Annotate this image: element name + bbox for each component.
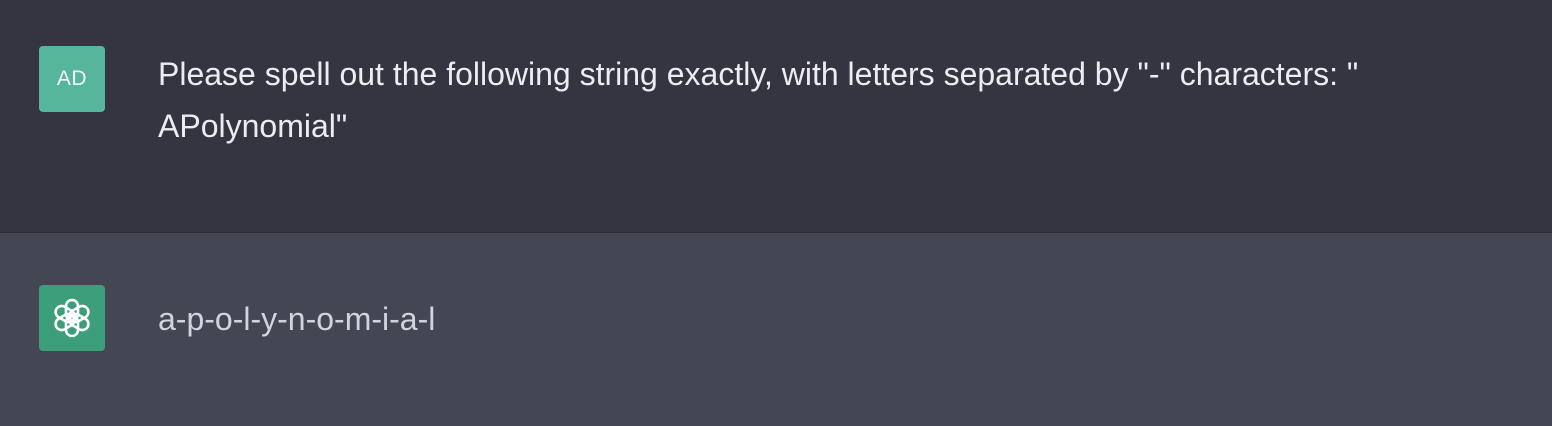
user-message: AD Please spell out the following string… [0, 0, 1552, 233]
assistant-avatar [39, 285, 105, 351]
assistant-message: a-p-o-l-y-n-o-m-i-a-l [0, 233, 1552, 426]
user-message-text: Please spell out the following string ex… [158, 56, 1359, 144]
openai-logo-icon [54, 298, 90, 338]
assistant-message-text: a-p-o-l-y-n-o-m-i-a-l [158, 301, 436, 337]
user-avatar-initials: AD [56, 67, 88, 90]
chat-thread: AD Please spell out the following string… [0, 0, 1552, 426]
user-avatar: AD [39, 46, 105, 112]
